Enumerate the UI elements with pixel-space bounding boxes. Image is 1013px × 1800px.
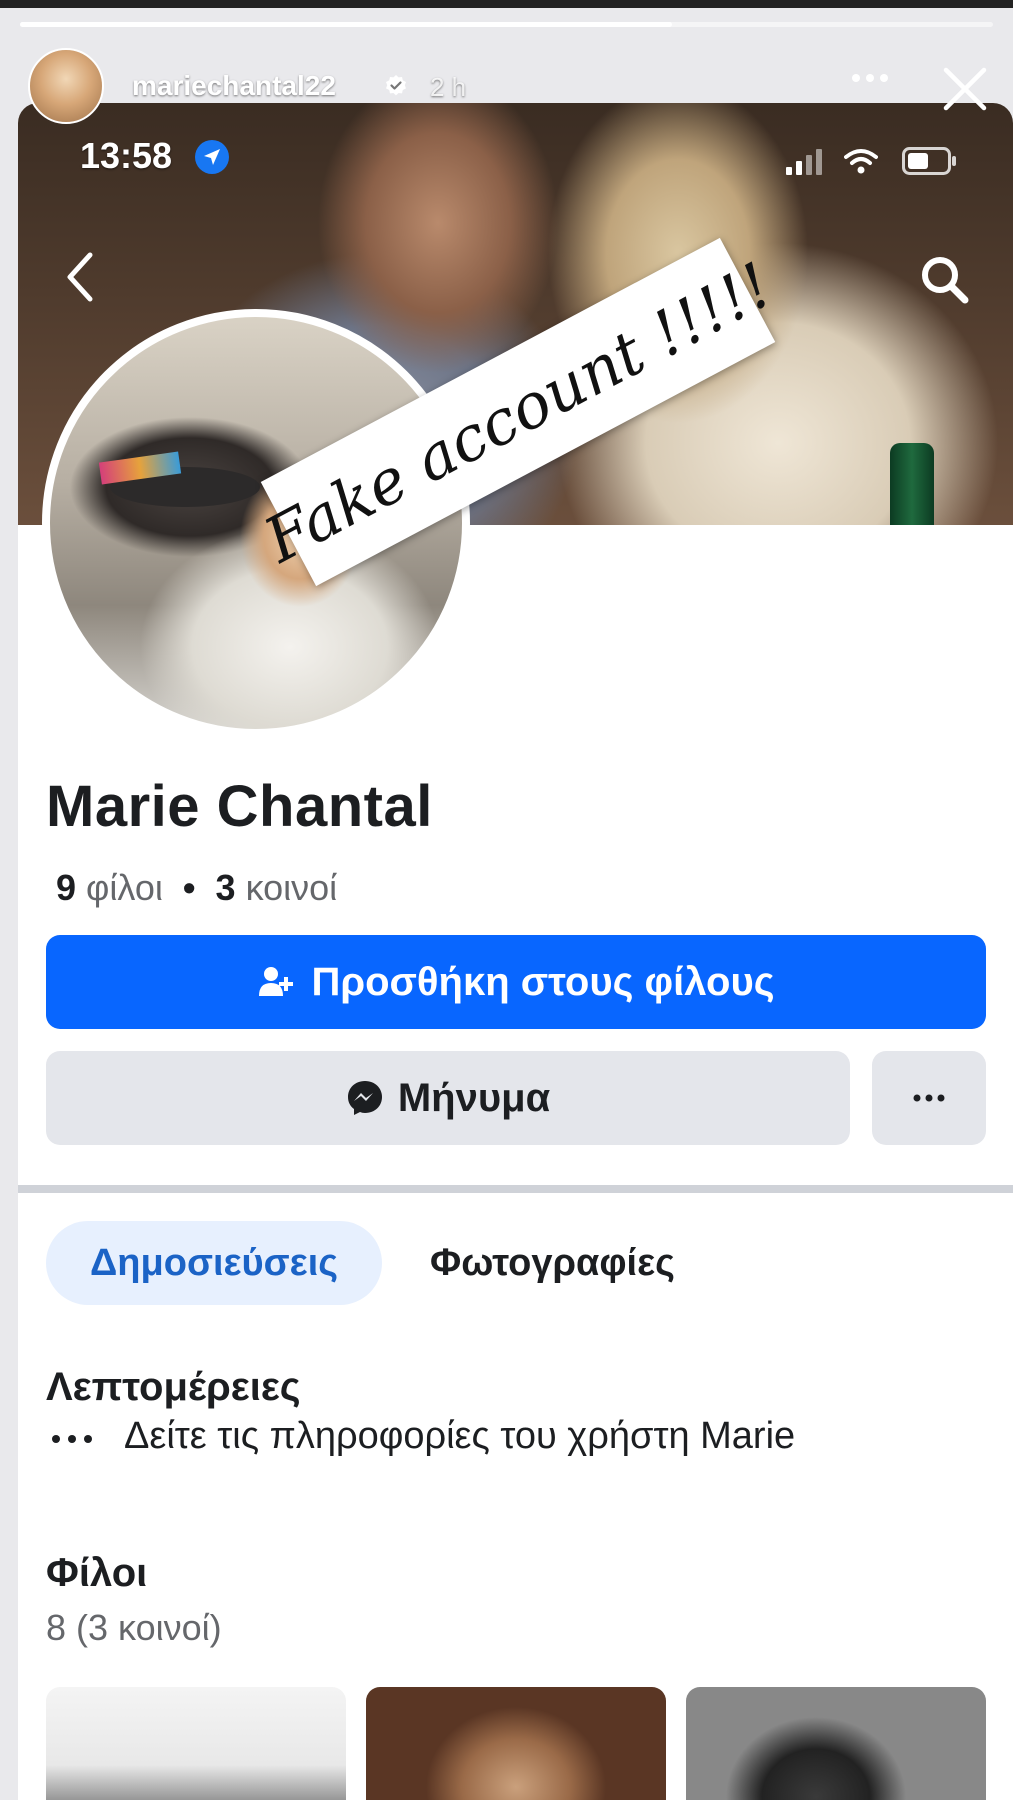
friends-count: 9 [56, 867, 77, 908]
section-divider [18, 1185, 1013, 1193]
tab-photos[interactable]: Φωτογραφίες [430, 1221, 675, 1305]
mutual-count: 3 [215, 867, 236, 908]
friends-heading: Φίλοι [46, 1551, 148, 1595]
story-progress-bar [20, 22, 993, 27]
story-top-bar [0, 0, 1013, 8]
details-ellipsis-icon [52, 1435, 92, 1443]
add-friend-button[interactable]: Προσθήκη στους φίλους [46, 935, 986, 1029]
location-icon [195, 140, 229, 174]
messenger-icon [347, 1081, 382, 1115]
more-options-button[interactable] [872, 1051, 986, 1145]
friends-count-text: 8 (3 κοινοί) [46, 1607, 222, 1648]
tab-posts[interactable]: Δημοσιεύσεις [46, 1221, 382, 1305]
story-progress-fill [20, 22, 672, 27]
add-friend-label: Προσθήκη στους φίλους [311, 959, 775, 1004]
facebook-profile-screenshot: 13:58 Fake account !!!!! Marie Chantal 9… [18, 103, 1013, 1800]
friend-thumbnail[interactable] [366, 1687, 666, 1800]
profile-name: Marie Chantal [46, 774, 433, 839]
mutual-label: κοινοί [245, 867, 338, 908]
bottle-shape [890, 443, 934, 525]
search-icon[interactable] [916, 251, 972, 307]
message-button[interactable]: Μήνυμα [46, 1051, 850, 1145]
friend-thumbnail[interactable] [686, 1687, 986, 1800]
ellipsis-icon [913, 1094, 945, 1102]
close-icon[interactable] [940, 64, 990, 114]
details-heading: Λεπτομέρειες [46, 1365, 301, 1409]
more-icon[interactable] [850, 72, 890, 84]
message-label: Μήνυμα [397, 1075, 551, 1120]
back-icon[interactable] [60, 249, 100, 305]
add-friend-icon [259, 967, 294, 996]
verified-icon [386, 75, 406, 96]
friends-label: φίλοι [86, 867, 163, 908]
details-info-link[interactable]: Δείτε τις πληροφορίες του χρήστη Marie [124, 1415, 795, 1458]
story-avatar[interactable] [28, 48, 104, 124]
signal-icon [786, 149, 822, 175]
battery-icon [902, 147, 956, 175]
story-username[interactable]: mariechantal22 [132, 70, 336, 102]
separator-dot: • [182, 867, 196, 908]
wifi-icon [844, 149, 878, 174]
friend-thumbnail[interactable] [46, 1687, 346, 1800]
friends-summary[interactable]: 9 φίλοι • 3 κοινοί [56, 867, 337, 909]
story-time: 2 h [430, 72, 467, 102]
phone-status-time: 13:58 [80, 135, 173, 176]
